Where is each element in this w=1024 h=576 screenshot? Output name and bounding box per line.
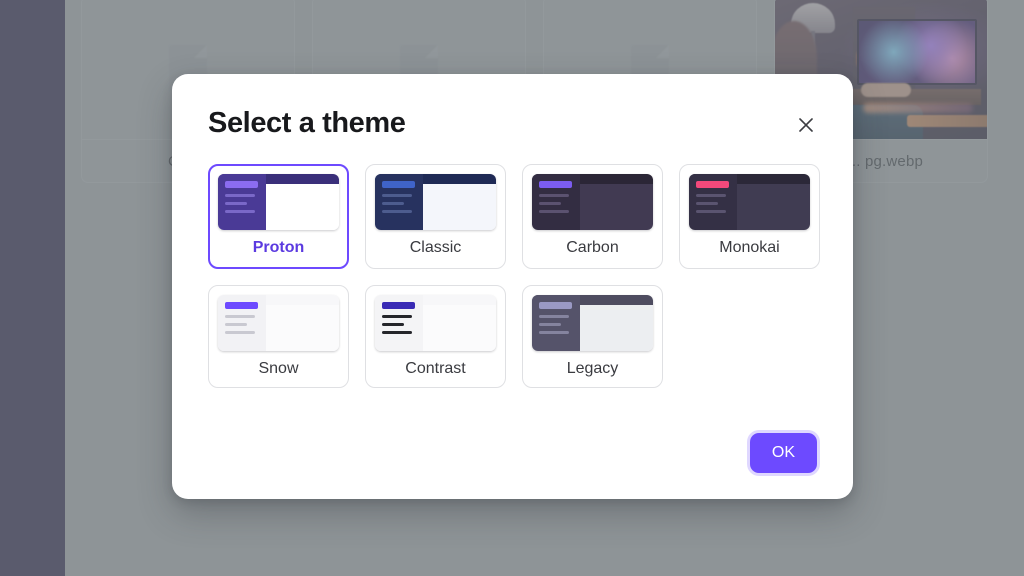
preview-accent-bar — [382, 301, 415, 309]
preview-main — [423, 184, 496, 230]
preview-main — [580, 184, 653, 230]
theme-option-legacy[interactable]: Legacy — [522, 284, 663, 389]
theme-preview — [218, 174, 339, 230]
theme-option-monokai[interactable]: Monokai — [679, 164, 820, 269]
preview-sidebar — [689, 174, 737, 230]
screen: CYFA — [0, 0, 1024, 576]
preview-sidebar — [532, 174, 580, 230]
preview-accent-bar — [539, 181, 572, 188]
preview-line — [696, 202, 718, 205]
close-icon — [797, 116, 815, 134]
preview-accent-bar — [696, 181, 729, 188]
theme-preview — [218, 294, 339, 351]
theme-label: Proton — [252, 239, 305, 256]
dialog-header: Select a theme — [208, 107, 817, 140]
theme-label: Snow — [258, 359, 299, 377]
preview-accent-bar — [539, 301, 572, 309]
preview-line — [696, 194, 726, 197]
preview-line — [382, 314, 412, 318]
theme-preview — [532, 294, 653, 351]
dialog-footer: OK — [749, 433, 817, 473]
preview-sidebar — [218, 294, 266, 351]
preview-sidebar — [375, 294, 423, 351]
preview-line — [225, 330, 255, 334]
preview-line — [225, 322, 247, 326]
ok-button[interactable]: OK — [749, 433, 817, 473]
theme-label: Classic — [409, 239, 462, 256]
preview-line — [225, 210, 255, 213]
preview-line — [382, 330, 412, 334]
preview-line — [225, 194, 255, 197]
preview-accent-bar — [225, 181, 258, 188]
theme-preview — [375, 294, 496, 351]
preview-line — [382, 322, 404, 326]
preview-line — [382, 202, 404, 205]
preview-main — [266, 184, 339, 230]
preview-line — [382, 210, 412, 213]
preview-line — [539, 202, 561, 205]
preview-line — [382, 194, 412, 197]
preview-sidebar — [375, 174, 423, 230]
theme-grid: Proton Classic Carbon Monokai Snow Contr… — [208, 164, 820, 389]
theme-option-contrast[interactable]: Contrast — [365, 284, 506, 389]
theme-option-proton[interactable]: Proton — [208, 164, 349, 269]
preview-accent-bar — [225, 301, 258, 309]
preview-line — [225, 314, 255, 318]
preview-line — [539, 330, 569, 334]
close-button[interactable] — [791, 110, 821, 140]
theme-option-carbon[interactable]: Carbon — [522, 164, 663, 269]
preview-main — [737, 184, 810, 230]
preview-sidebar — [532, 294, 580, 351]
preview-line — [539, 210, 569, 213]
preview-line — [225, 202, 247, 205]
theme-option-snow[interactable]: Snow — [208, 284, 349, 389]
preview-main — [580, 304, 653, 351]
preview-accent-bar — [382, 181, 415, 188]
theme-label: Legacy — [566, 359, 619, 377]
theme-option-classic[interactable]: Classic — [365, 164, 506, 269]
preview-line — [539, 322, 561, 326]
preview-main — [266, 304, 339, 351]
dialog-title: Select a theme — [208, 107, 406, 139]
theme-preview — [532, 174, 653, 230]
preview-sidebar — [218, 174, 266, 230]
preview-line — [539, 314, 569, 318]
theme-preview — [689, 174, 810, 230]
preview-main — [423, 304, 496, 351]
theme-label: Carbon — [566, 239, 619, 256]
theme-preview — [375, 174, 496, 230]
theme-label: Monokai — [719, 239, 780, 256]
theme-label: Contrast — [405, 359, 466, 377]
preview-line — [696, 210, 726, 213]
select-theme-dialog: Select a theme Proton Classic Carbon Mon… — [172, 74, 853, 499]
preview-line — [539, 194, 569, 197]
